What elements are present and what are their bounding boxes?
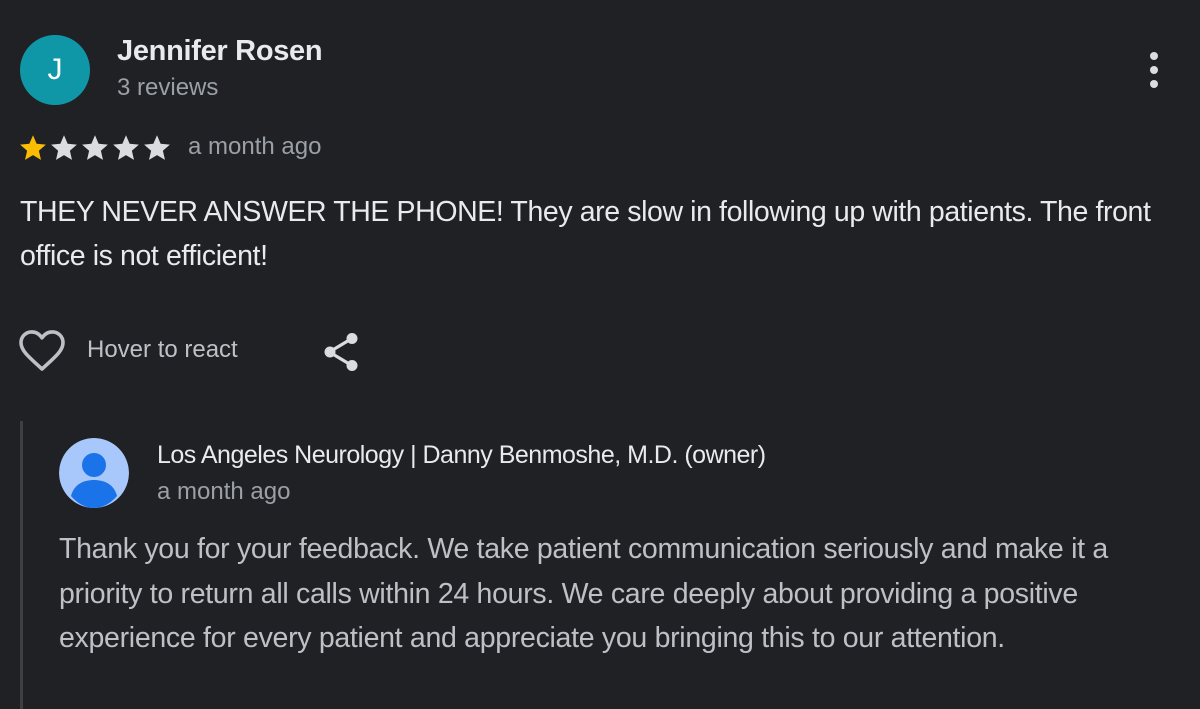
owner-reply-date: a month ago <box>157 478 291 505</box>
star-rating <box>18 131 172 165</box>
reviewer-initial: J <box>47 53 63 86</box>
reply-divider <box>20 421 23 709</box>
star-empty-icon <box>113 135 139 160</box>
star-empty-icon <box>82 135 108 160</box>
person-icon <box>59 438 129 508</box>
owner-avatar <box>59 438 129 508</box>
reviewer-name[interactable]: Jennifer Rosen <box>117 35 323 68</box>
review-card: J Jennifer Rosen 3 reviews a month ago T… <box>0 0 1200 709</box>
more-vert-icon-dot <box>1150 80 1158 88</box>
hover-to-react-label: Hover to react <box>87 336 238 363</box>
more-vert-icon-dot <box>1150 66 1158 74</box>
star-filled-icon <box>20 135 46 160</box>
owner-name: Los Angeles Neurology | Danny Benmoshe, … <box>157 441 766 469</box>
review-text: THEY NEVER ANSWER THE PHONE! They are sl… <box>20 196 1151 272</box>
star-empty-icon <box>51 135 77 160</box>
share-icon <box>324 333 358 371</box>
like-button[interactable] <box>18 328 66 374</box>
reviewer-avatar[interactable]: J <box>20 35 90 105</box>
heart-outline-icon <box>19 330 65 371</box>
more-options-button[interactable] <box>1136 48 1172 92</box>
share-button[interactable] <box>320 330 364 374</box>
owner-reply-text: Thank you for your feedback. We take pat… <box>59 533 1108 654</box>
more-vert-icon <box>1150 52 1158 60</box>
reviewer-review-count[interactable]: 3 reviews <box>117 74 218 102</box>
star-empty-icon <box>144 135 170 160</box>
review-date: a month ago <box>188 133 322 160</box>
